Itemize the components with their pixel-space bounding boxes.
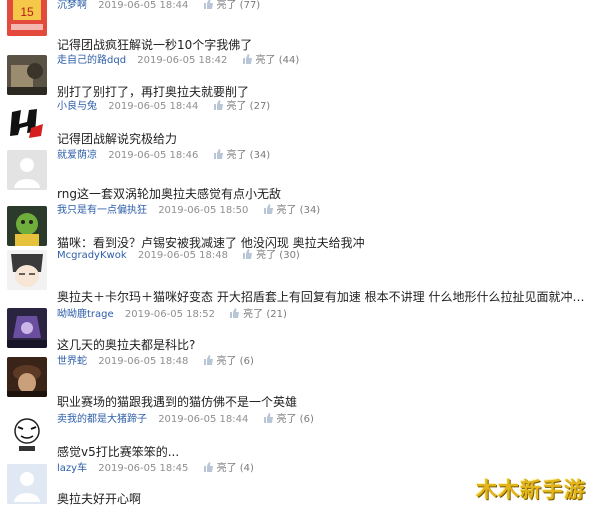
username-link[interactable]: 世界蛇 bbox=[57, 356, 87, 367]
watermark: 木木新手游 bbox=[476, 478, 586, 502]
timestamp: 2019-06-05 18:48 bbox=[137, 250, 228, 261]
thumb-up-icon bbox=[263, 204, 273, 214]
comment-meta: 就爱荫凉 2019-06-05 18:46 亮了 (34) bbox=[57, 149, 270, 163]
comment-meta: lazy车 2019-06-05 18:45 亮了 (4) bbox=[57, 462, 254, 476]
like-button[interactable]: 亮了 (6) bbox=[202, 355, 254, 367]
username-link[interactable]: 走自己的路dqd bbox=[57, 55, 126, 66]
avatar[interactable] bbox=[7, 150, 47, 190]
timestamp: 2019-06-05 18:42 bbox=[137, 55, 228, 66]
comment-meta: 小良与兔 2019-06-05 18:44 亮了 (27) bbox=[57, 100, 270, 114]
timestamp: 2019-06-05 18:44 bbox=[98, 0, 189, 11]
avatar[interactable] bbox=[7, 414, 47, 454]
comment-meta: 卖我的都是大猪蹄子 2019-06-05 18:44 亮了 (6) bbox=[57, 413, 314, 427]
avatar[interactable] bbox=[7, 308, 47, 348]
like-button[interactable]: 亮了 (6) bbox=[262, 413, 314, 425]
like-button[interactable]: 亮了 (34) bbox=[212, 149, 270, 161]
purple-character-avatar-icon bbox=[7, 308, 47, 348]
username-link[interactable]: 卖我的都是大猪蹄子 bbox=[57, 414, 147, 425]
thumb-up-icon bbox=[242, 54, 252, 64]
comment-text: 记得团战解说究极给力 bbox=[57, 132, 178, 146]
avatar[interactable] bbox=[7, 250, 47, 290]
comment-meta: 我只是有一点偏执狂 2019-06-05 18:50 亮了 (34) bbox=[57, 204, 320, 218]
avatar[interactable]: 15 bbox=[7, 0, 47, 36]
thumb-up-icon bbox=[203, 462, 213, 472]
comment-text: 感觉v5打比赛笨笨的... bbox=[57, 445, 180, 459]
comment-text: 别打了别打了，再打奥拉夫就要削了 bbox=[57, 85, 250, 99]
comment-feed: 15 沉梦啊 2019-06-05 18:44 亮了 (77) 记得团战疯狂解说… bbox=[0, 0, 594, 508]
avatar[interactable] bbox=[7, 55, 47, 95]
dark-photo-avatar-icon bbox=[7, 55, 47, 95]
timestamp: 2019-06-05 18:52 bbox=[124, 309, 215, 320]
thumb-up-icon bbox=[203, 0, 213, 9]
like-button[interactable]: 亮了 (30) bbox=[241, 249, 300, 261]
timestamp: 2019-06-05 18:48 bbox=[98, 356, 189, 367]
hot-logo-avatar-icon bbox=[7, 102, 47, 142]
username-link[interactable]: lazy车 bbox=[57, 463, 87, 474]
dark-scene-avatar-icon bbox=[7, 357, 47, 397]
comment-text: 职业赛场的猫跟我遇到的猫仿佛不是一个英雄 bbox=[57, 395, 298, 409]
username-link[interactable]: 小良与兔 bbox=[57, 101, 97, 112]
comment-text: rng这一套双涡轮加奥拉夫感觉有点小无敌 bbox=[57, 187, 281, 201]
like-button[interactable]: 亮了 (77) bbox=[202, 0, 260, 11]
comment-text: 奥拉夫＋卡尔玛＋猫咪好变态 开大招盾套上有回复有加速 根本不讲理 什么地形什么拉… bbox=[57, 290, 591, 304]
comment-meta: McgradyKwok 2019-06-05 18:48 亮了 (30) bbox=[57, 249, 300, 263]
username-link[interactable]: McgradyKwok bbox=[57, 250, 127, 261]
timestamp: 2019-06-05 18:46 bbox=[108, 150, 199, 161]
comment-text: 记得团战疯狂解说一秒10个字我佛了 bbox=[57, 38, 253, 52]
thumb-up-icon bbox=[203, 355, 213, 365]
avatar[interactable] bbox=[7, 206, 47, 246]
avatar[interactable] bbox=[7, 464, 47, 504]
avatar[interactable] bbox=[7, 357, 47, 397]
anime-face-avatar-icon bbox=[7, 250, 47, 290]
like-button[interactable]: 亮了 (44) bbox=[241, 54, 299, 66]
username-link[interactable]: 沉梦啊 bbox=[57, 0, 87, 11]
green-character-avatar-icon bbox=[7, 206, 47, 246]
thumb-up-icon bbox=[213, 100, 223, 110]
thumb-up-icon bbox=[230, 308, 240, 318]
like-button[interactable]: 亮了 (27) bbox=[212, 100, 270, 112]
red-game-avatar-icon: 15 bbox=[7, 0, 47, 36]
comment-text: 这几天的奥拉夫都是科比? bbox=[57, 338, 196, 352]
like-button[interactable]: 亮了 (34) bbox=[262, 204, 320, 216]
comment-meta: 世界蛇 2019-06-05 18:48 亮了 (6) bbox=[57, 355, 254, 369]
like-button[interactable]: 亮了 (21) bbox=[228, 308, 287, 320]
meme-face-avatar-icon bbox=[7, 414, 47, 454]
timestamp: 2019-06-05 18:44 bbox=[108, 101, 199, 112]
comment-meta: 沉梦啊 2019-06-05 18:44 亮了 (77) bbox=[57, 0, 260, 13]
like-button[interactable]: 亮了 (4) bbox=[202, 462, 254, 474]
timestamp: 2019-06-05 18:44 bbox=[158, 414, 249, 425]
default-avatar-blue-icon bbox=[7, 464, 47, 504]
thumb-up-icon bbox=[213, 149, 223, 159]
svg-text:15: 15 bbox=[20, 5, 34, 19]
timestamp: 2019-06-05 18:50 bbox=[158, 205, 249, 216]
thumb-up-icon bbox=[243, 249, 253, 259]
thumb-up-icon bbox=[263, 413, 273, 423]
default-avatar-icon bbox=[7, 150, 47, 190]
avatar[interactable] bbox=[7, 102, 47, 142]
username-link[interactable]: 呦呦鹿trage bbox=[57, 309, 114, 320]
comment-meta: 呦呦鹿trage 2019-06-05 18:52 亮了 (21) bbox=[57, 308, 287, 322]
timestamp: 2019-06-05 18:45 bbox=[98, 463, 189, 474]
username-link[interactable]: 我只是有一点偏执狂 bbox=[57, 205, 147, 216]
username-link[interactable]: 就爱荫凉 bbox=[57, 150, 97, 161]
comment-meta: 走自己的路dqd 2019-06-05 18:42 亮了 (44) bbox=[57, 54, 299, 68]
